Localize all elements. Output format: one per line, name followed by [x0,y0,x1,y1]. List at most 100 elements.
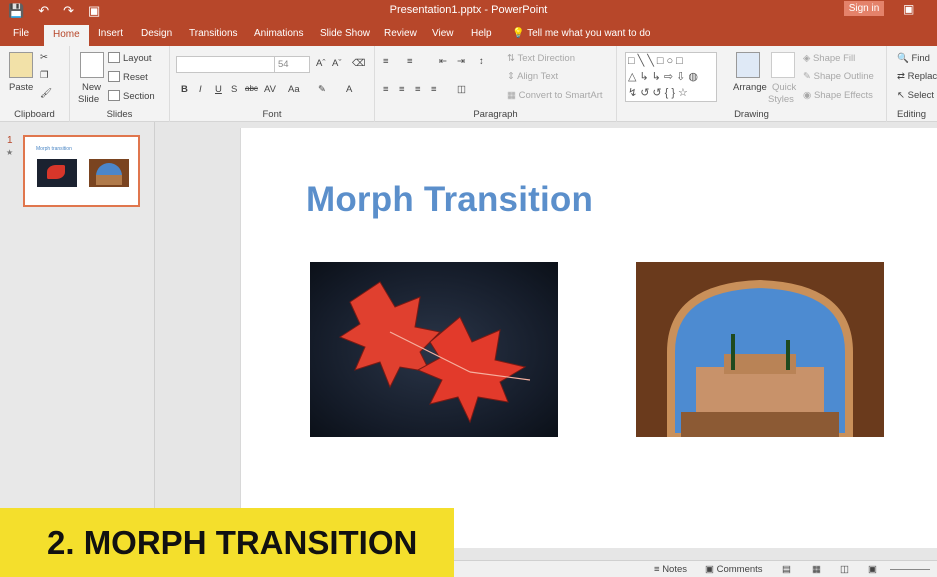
leaf-image[interactable] [310,262,558,437]
ribbon-display-icon[interactable]: ▣ [903,2,914,16]
normal-view-icon[interactable]: ▤ [782,564,791,575]
new-slide-button-2[interactable]: Slide [78,94,99,105]
quick-styles-button[interactable]: Quick [772,82,796,93]
lightbulb-icon: 💡 [512,28,528,39]
reading-view-icon[interactable]: ◫ [840,564,849,575]
pen-icon: ✎ [803,71,814,82]
font-label: Font [262,109,282,120]
arrange-icon[interactable] [736,52,760,78]
find-icon: 🔍 [897,53,912,64]
thumbnail-leaf-image [37,159,77,187]
tab-help[interactable]: Help [471,28,492,39]
convert-smartart-button[interactable]: ▦ Convert to SmartArt [507,90,603,101]
tab-view[interactable]: View [432,28,454,39]
shape-effects-button[interactable]: ◉ Shape Effects [803,90,873,101]
slide-title[interactable]: Morph Transition [306,180,593,220]
shapes-gallery[interactable]: □╲╲□○□ △↳↳⇨⇩◍ ↯↺↺{}☆ [625,52,717,102]
align-text-icon: ⇕ [507,71,518,82]
arch-image[interactable] [636,262,884,437]
align-left-icon[interactable]: ≡ [383,84,389,95]
italic-button[interactable]: I [199,84,202,95]
shape-fill-button[interactable]: ◈ Shape Fill [803,53,855,64]
underline-button[interactable]: U [215,84,222,95]
find-button[interactable]: 🔍 Find [897,53,930,64]
font-size-combo[interactable]: 54 [274,56,310,73]
decrease-indent-icon[interactable]: ⇤ [439,56,447,67]
cut-icon[interactable]: ✂ [40,52,48,63]
thumbnail-title: Morph transition [36,146,72,152]
font-name-combo[interactable] [176,56,276,73]
ribbon-tabs: File Home Insert Design Transitions Anim… [0,22,937,46]
select-button[interactable]: ↖ Select [897,90,934,101]
arrange-button[interactable]: Arrange [733,82,767,93]
slide-sorter-icon[interactable]: ▦ [812,564,821,575]
justify-icon[interactable]: ≡ [431,84,437,95]
change-case-button[interactable]: Aa [288,84,300,95]
thumbnail-arch-image [89,159,129,187]
align-right-icon[interactable]: ≡ [415,84,421,95]
tell-me-box[interactable]: 💡 Tell me what you want to do [512,28,650,39]
section-button[interactable]: Section [108,90,155,102]
reset-button[interactable]: Reset [108,71,148,83]
section-icon [108,90,120,101]
quick-styles-button-2[interactable]: Styles [768,94,794,105]
new-slide-button[interactable]: New [82,82,101,93]
layout-icon [108,52,120,63]
tab-file[interactable]: File [13,28,29,39]
clipboard-label: Clipboard [14,109,55,120]
strikethrough-button[interactable]: abc [245,84,258,93]
transition-star-icon: ★ [6,148,14,157]
drawing-label: Drawing [734,109,769,120]
slide-thumbnail-pane: 1 ★ Morph transition [0,122,155,548]
numbering-icon[interactable]: ≡ [407,56,413,67]
clear-format-icon[interactable]: ⌫ [352,58,365,69]
tab-home[interactable]: Home [44,25,89,46]
tab-slide-show[interactable]: Slide Show [320,28,370,39]
format-painter-icon[interactable]: 🖌 [40,88,52,99]
slide-thumbnail-1[interactable]: Morph transition [23,135,140,207]
tab-transitions[interactable]: Transitions [189,28,238,39]
sign-in-button[interactable]: Sign in [844,1,884,16]
new-slide-icon[interactable] [80,52,104,78]
columns-icon[interactable]: ◫ [457,84,466,95]
notes-button[interactable]: ≡ Notes [654,564,687,575]
align-center-icon[interactable]: ≡ [399,84,405,95]
editing-label: Editing [897,109,927,120]
paragraph-group: ≡ ≡ ⇤ ⇥ ↕ ⇅ Text Direction ⇕ Align Text … [375,46,617,122]
paragraph-label: Paragraph [473,109,518,120]
paste-button[interactable]: Paste [9,82,33,93]
slideshow-view-icon[interactable]: ▣ [868,564,877,575]
tab-animations[interactable]: Animations [254,28,303,39]
layout-button[interactable]: Layout [108,52,152,64]
comments-button[interactable]: ▣ Comments [705,564,763,575]
quick-styles-icon[interactable] [771,52,795,78]
zoom-slider[interactable] [890,569,930,570]
font-color-button[interactable]: A [346,84,352,95]
shadow-button[interactable]: S [231,84,237,95]
copy-icon[interactable]: ❐ [40,70,49,81]
increase-indent-icon[interactable]: ⇥ [457,56,465,67]
align-text-button[interactable]: ⇕ Align Text [507,71,558,82]
spacing-button[interactable]: AV [264,84,276,95]
text-direction-button[interactable]: ⇅ Text Direction [507,53,575,64]
tab-insert[interactable]: Insert [98,28,123,39]
font-group: 54 Aˆ Aˇ ⌫ B I U S abc AV Aa ✎ A Font [170,46,375,122]
replace-icon: ⇄ [897,71,908,82]
paste-icon[interactable] [9,52,33,78]
select-icon: ↖ [897,90,908,101]
line-spacing-icon[interactable]: ↕ [479,56,484,67]
increase-font-icon[interactable]: Aˆ [316,58,326,69]
tab-design[interactable]: Design [141,28,172,39]
tab-review[interactable]: Review [384,28,417,39]
effects-icon: ◉ [803,90,814,101]
bold-button[interactable]: B [181,84,188,95]
replace-button[interactable]: ⇄ Replac [897,71,937,82]
highlight-icon[interactable]: ✎ [318,84,326,95]
decrease-font-icon[interactable]: Aˇ [332,58,342,69]
bullets-icon[interactable]: ≡ [383,56,389,67]
shape-outline-button[interactable]: ✎ Shape Outline [803,71,874,82]
editing-group: 🔍 Find ⇄ Replac ↖ Select Editing [887,46,937,122]
slides-group: New Slide Layout Reset Section Slides [70,46,170,122]
maple-leaves-svg [338,281,531,424]
ribbon: Paste ✂ ❐ 🖌 Clipboard New Slide Layout R… [0,46,937,122]
